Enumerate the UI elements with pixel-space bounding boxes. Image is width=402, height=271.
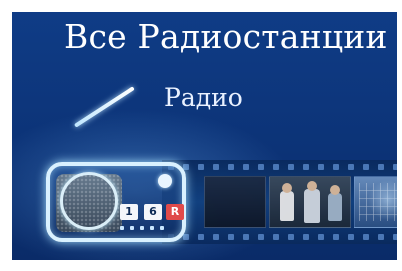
- preset-key: R: [166, 204, 184, 220]
- tile-subtitle: Радио: [164, 83, 243, 112]
- tile-title: Все Радиостанции: [64, 17, 388, 56]
- film-frame: [269, 176, 351, 228]
- preset-key: 1: [120, 204, 138, 220]
- preset-key: 6: [144, 204, 162, 220]
- film-perforation-bottom: [162, 232, 397, 242]
- radio-icon: 1 6 R: [46, 162, 186, 242]
- film-frame: [204, 176, 266, 228]
- light-flare-decoration: [368, 180, 397, 220]
- tuning-knob-icon: [158, 174, 172, 188]
- radio-stations-tile[interactable]: Все Радиостанции Радио 1 6 R: [12, 12, 397, 260]
- speaker-ring-icon: [60, 172, 118, 230]
- radio-dots-decoration: [120, 226, 164, 230]
- film-perforation-top: [162, 162, 397, 172]
- film-strip-decoration: [162, 160, 397, 244]
- radio-antenna-icon: [73, 86, 135, 128]
